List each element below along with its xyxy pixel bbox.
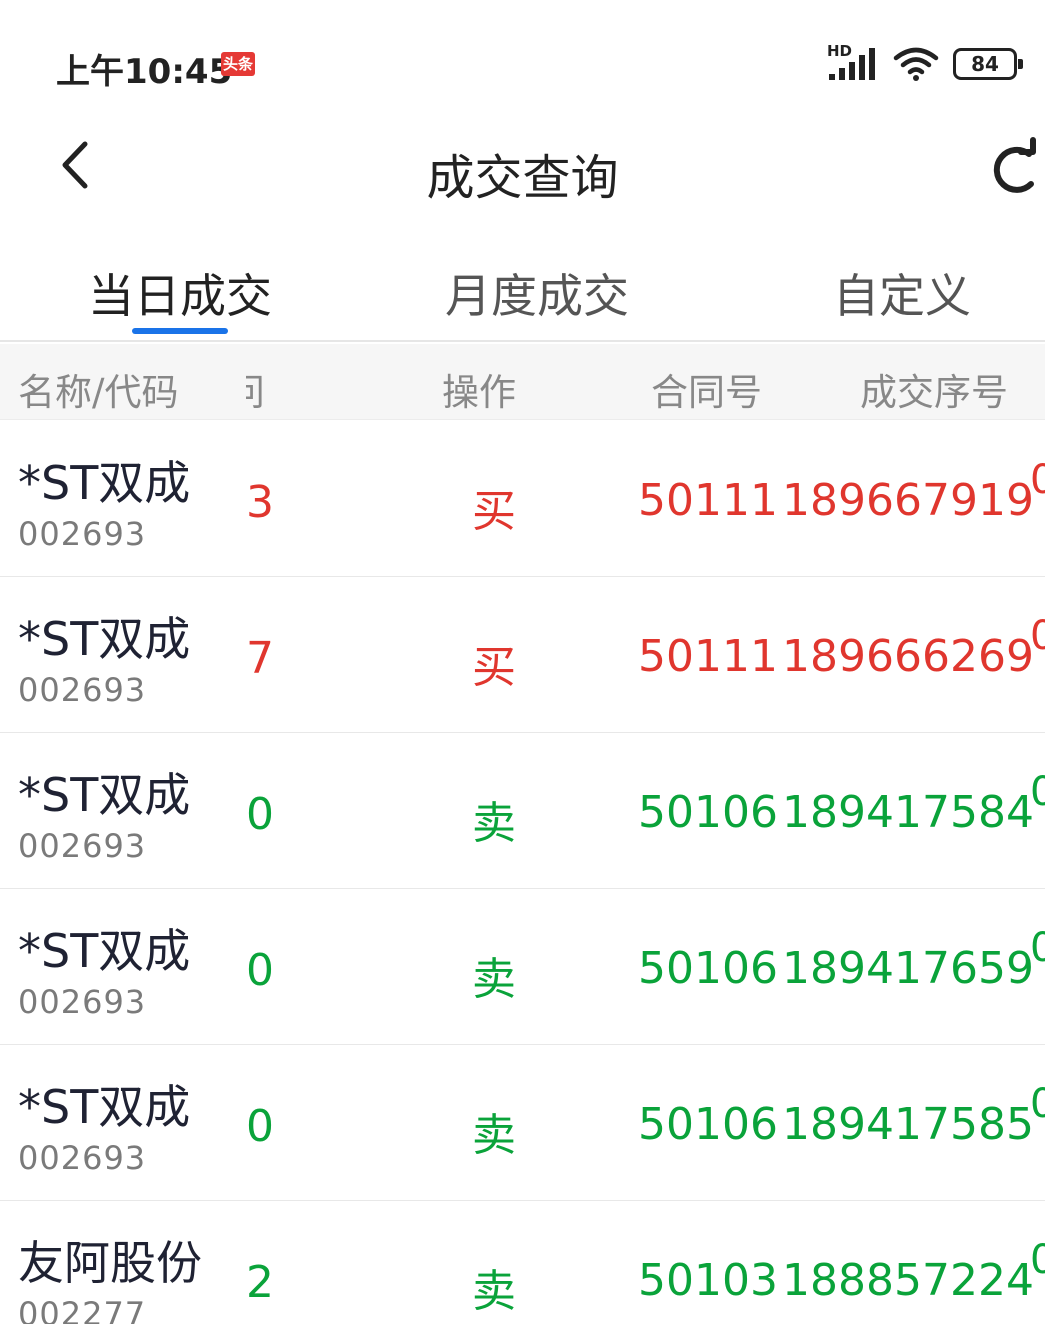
- clipped-value: 0: [246, 789, 274, 840]
- trade-list: *ST双成 002693 3 买 50111 189667919 0 *ST双成…: [0, 421, 1045, 1324]
- tab-monthly-trades[interactable]: 月度成交: [445, 260, 629, 326]
- signal-icon: HD: [827, 42, 879, 82]
- page-title: 成交查询: [426, 150, 619, 206]
- clipped-value: 2: [246, 1257, 274, 1308]
- trade-sequence: 189417585: [782, 1099, 1034, 1150]
- column-header-clipped: 问: [246, 362, 272, 416]
- operation-label: 卖: [472, 798, 516, 849]
- operation-label: 买: [472, 486, 516, 537]
- table-row[interactable]: 友阿股份 002277 2 卖 50103 188857224 0: [0, 1201, 1045, 1324]
- column-header-clipped-text: 问: [246, 371, 265, 414]
- trade-sequence: 189666269: [782, 631, 1034, 682]
- battery-level: 84: [971, 52, 999, 76]
- clipped-value: 7: [246, 633, 274, 684]
- tab-today-trades[interactable]: 当日成交: [88, 260, 272, 326]
- clipped-value: 3: [246, 477, 274, 528]
- table-row[interactable]: *ST双成 002693 7 买 50111 189666269 0: [0, 577, 1045, 733]
- clipped-value: 0: [246, 1101, 274, 1152]
- stock-name: *ST双成: [18, 612, 191, 666]
- column-header-operation: 操作: [442, 371, 516, 414]
- tab-custom[interactable]: 自定义: [833, 260, 971, 326]
- table-row[interactable]: *ST双成 002693 3 买 50111 189667919 0: [0, 421, 1045, 577]
- contract-number: 50111: [638, 631, 778, 682]
- table-row[interactable]: *ST双成 002693 0 卖 50106 189417584 0: [0, 733, 1045, 889]
- trade-sequence: 189417584: [782, 787, 1034, 838]
- table-row[interactable]: *ST双成 002693 0 卖 50106 189417585 0: [0, 1045, 1045, 1201]
- stock-code: 002693: [18, 1139, 147, 1177]
- nav-header: 成交查询: [0, 120, 1045, 220]
- stock-name: *ST双成: [18, 456, 191, 510]
- status-icons: HD 84: [827, 42, 1023, 84]
- refresh-icon: [993, 137, 1036, 193]
- operation-label: 卖: [472, 1110, 516, 1161]
- stock-code: 002693: [18, 827, 147, 865]
- contract-number: 50106: [638, 1099, 778, 1150]
- contract-number: 50106: [638, 943, 778, 994]
- trade-query-screen: 上午10:45 头条 HD 84 成交查询 当日成交 月度成交 自定义 名称/代…: [0, 0, 1045, 1324]
- overflow-value: 0: [1030, 1081, 1045, 1127]
- stock-name: *ST双成: [18, 768, 191, 822]
- stock-name: 友阿股份: [18, 1236, 202, 1290]
- overflow-value: 0: [1030, 1237, 1045, 1283]
- toutiao-badge: 头条: [221, 52, 255, 76]
- clipped-value: 0: [246, 945, 274, 996]
- tab-bar: 当日成交 月度成交 自定义: [0, 240, 1045, 342]
- column-header-sequence: 成交序号: [860, 371, 1008, 414]
- stock-code: 002693: [18, 983, 147, 1021]
- table-row[interactable]: *ST双成 002693 0 卖 50106 189417659 0: [0, 889, 1045, 1045]
- trade-sequence: 189417659: [782, 943, 1034, 994]
- overflow-value: 0: [1030, 457, 1045, 503]
- operation-label: 卖: [472, 1266, 516, 1317]
- overflow-value: 0: [1030, 925, 1045, 971]
- contract-number: 50103: [638, 1255, 778, 1306]
- stock-code: 002277: [18, 1295, 147, 1324]
- column-header-contract: 合同号: [651, 371, 762, 414]
- stock-code: 002693: [18, 515, 147, 553]
- refresh-button[interactable]: [985, 132, 1045, 202]
- contract-number: 50111: [638, 475, 778, 526]
- stock-name: *ST双成: [18, 924, 191, 978]
- stock-name: *ST双成: [18, 1080, 191, 1134]
- overflow-value: 0: [1030, 769, 1045, 815]
- column-header-name: 名称/代码: [18, 371, 179, 414]
- trade-sequence: 188857224: [782, 1255, 1034, 1306]
- trade-sequence: 189667919: [782, 475, 1034, 526]
- status-time: 上午10:45: [56, 52, 233, 92]
- battery-icon: 84: [953, 48, 1023, 80]
- table-header: 名称/代码 问 操作 合同号 成交序号: [0, 344, 1045, 420]
- overflow-value: 0: [1030, 613, 1045, 659]
- active-tab-indicator: [132, 328, 228, 334]
- contract-number: 50106: [638, 787, 778, 838]
- operation-label: 卖: [472, 954, 516, 1005]
- stock-code: 002693: [18, 671, 147, 709]
- status-bar: 上午10:45 头条 HD 84: [0, 0, 1045, 120]
- wifi-icon: [893, 46, 939, 82]
- operation-label: 买: [472, 642, 516, 693]
